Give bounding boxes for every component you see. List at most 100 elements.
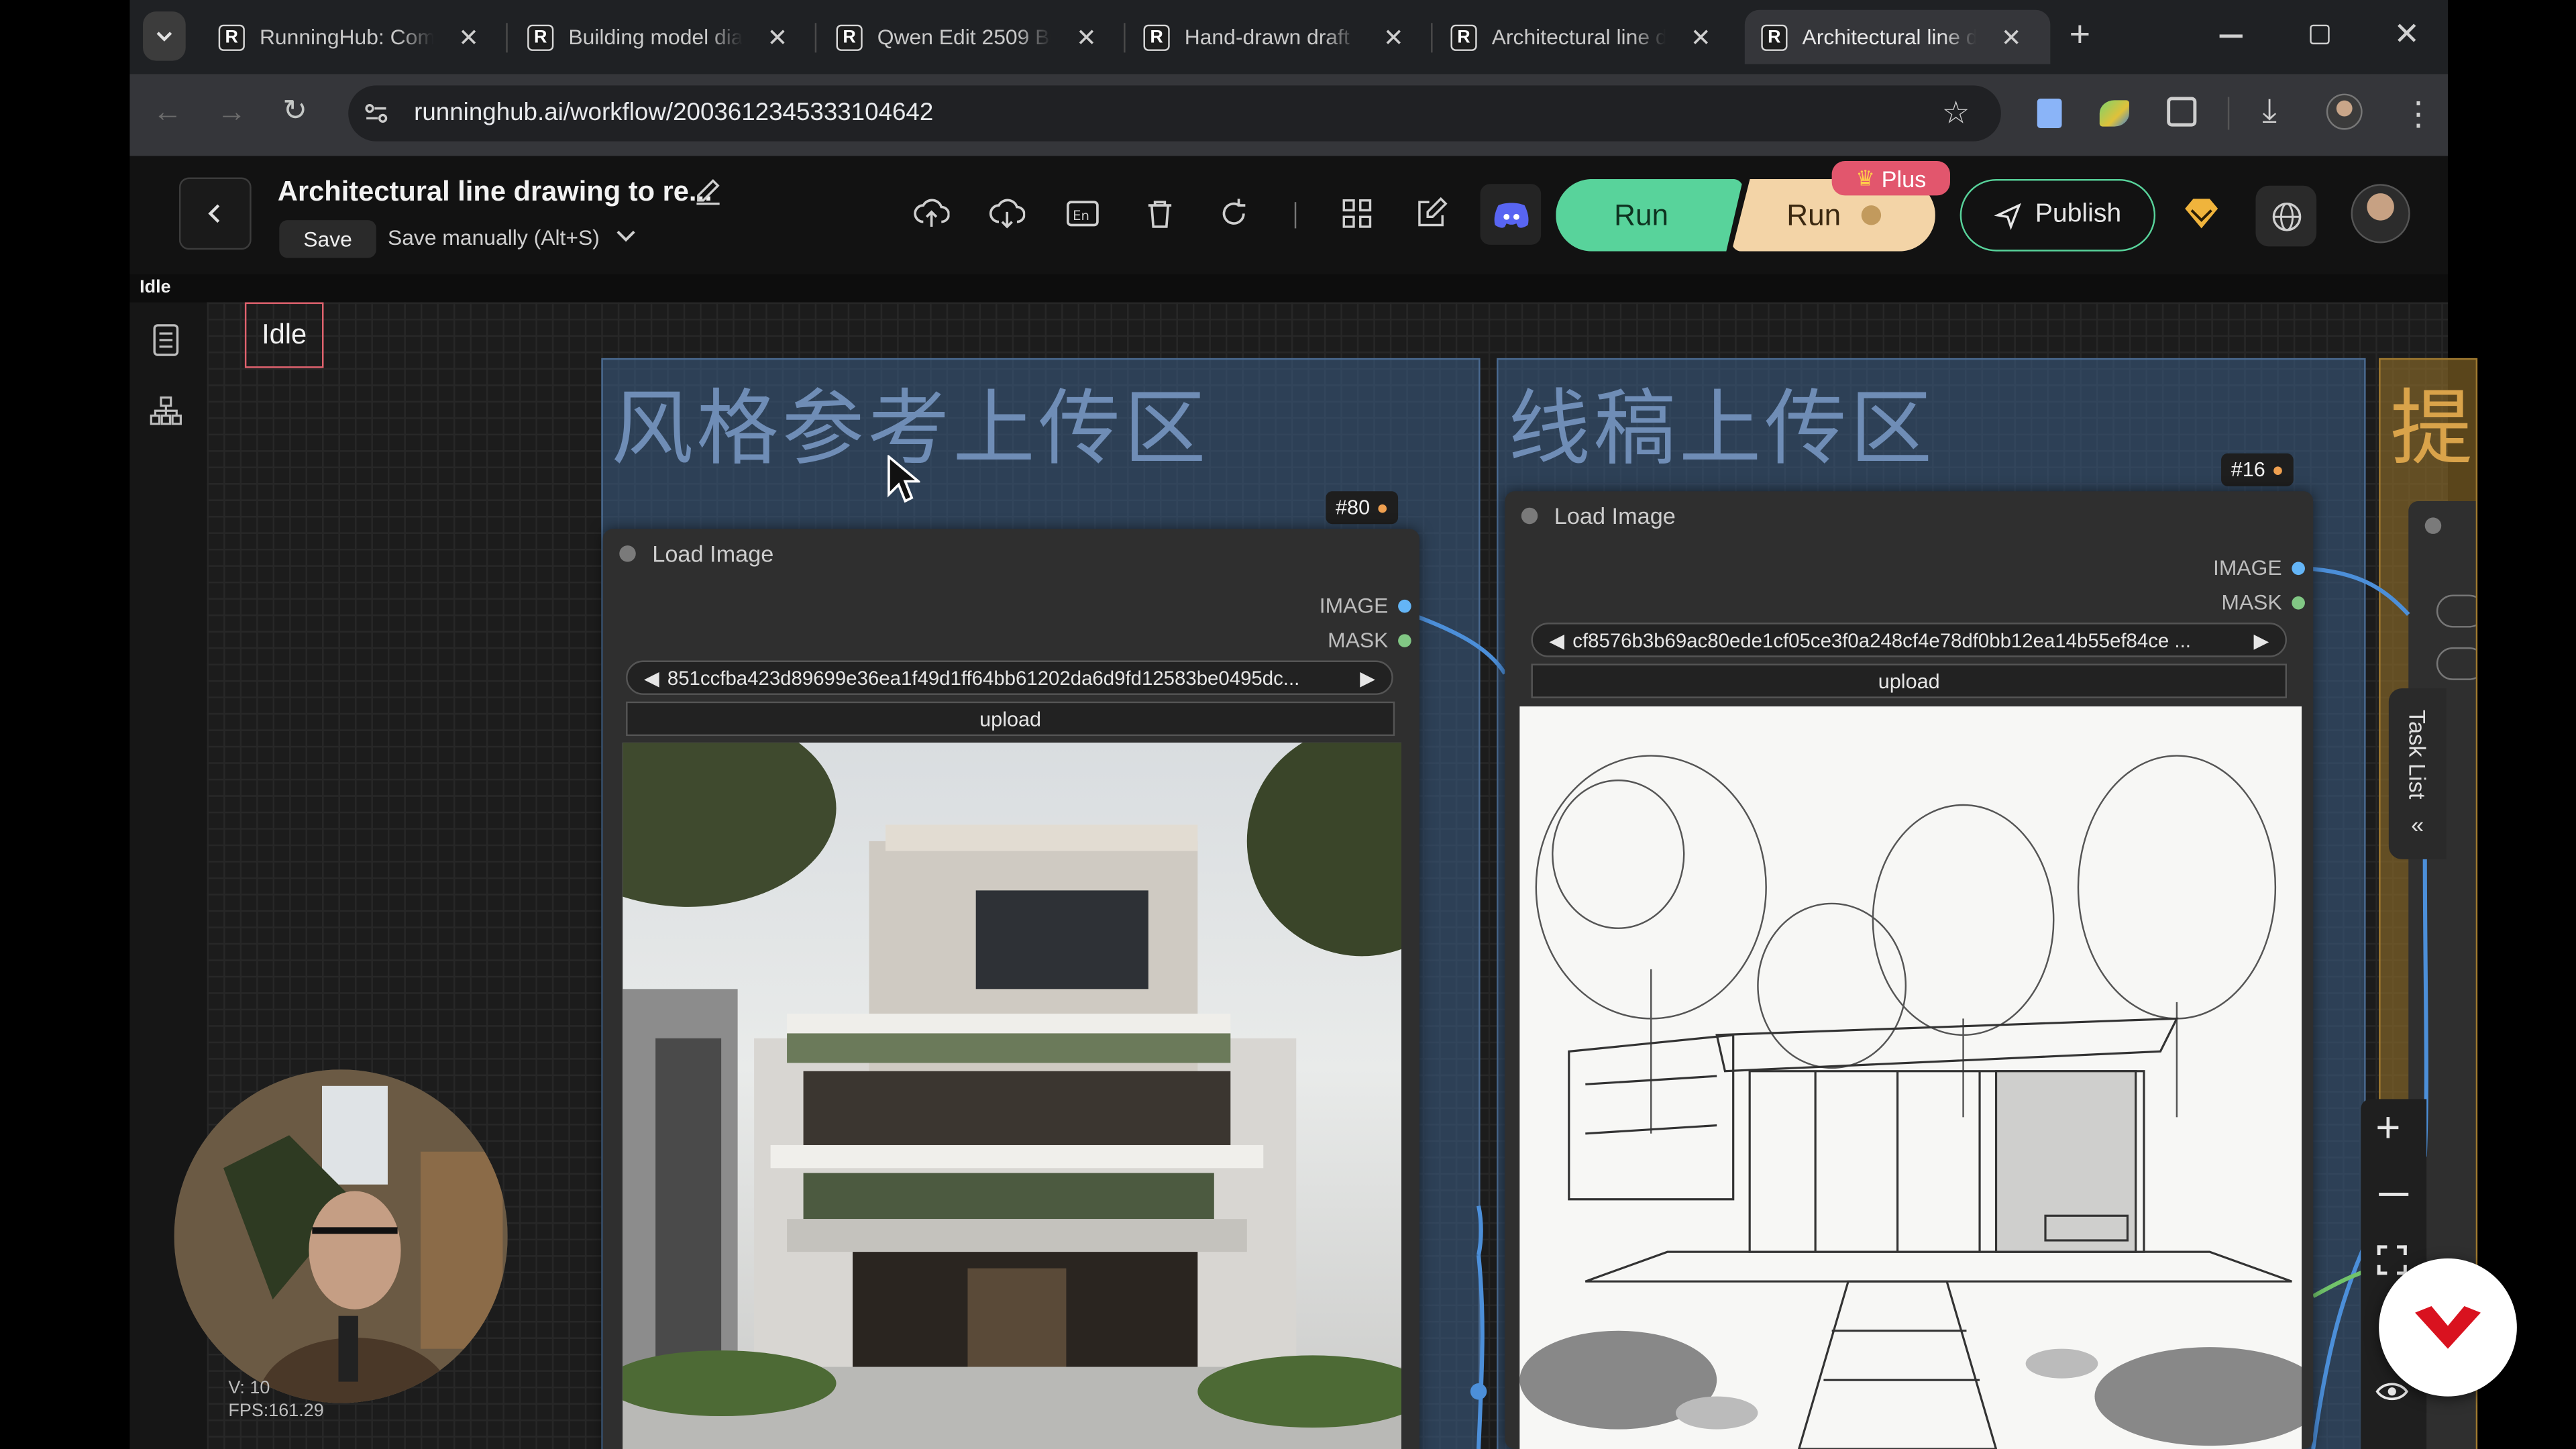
- image-file-selector[interactable]: ◀ cf8576b3b69ac80ede1cf05ce3f0a248cf4e78…: [1531, 623, 2288, 657]
- back-arrow-icon[interactable]: ←: [153, 95, 182, 129]
- node-title: Load Image: [1554, 502, 1676, 529]
- load-image-node[interactable]: Load Image IMAGE MASK ◀ cf8576b3b69ac80e…: [1505, 491, 2314, 1449]
- image-output-socket[interactable]: [2292, 561, 2305, 576]
- browser-tab[interactable]: R Building model dia ✕: [511, 10, 807, 64]
- run-button[interactable]: Run: [1556, 178, 1743, 252]
- webcam-overlay: [174, 1069, 508, 1403]
- minimize-icon[interactable]: [2219, 34, 2243, 38]
- restore-icon[interactable]: [2310, 24, 2330, 45]
- close-icon[interactable]: ✕: [1690, 22, 1711, 52]
- publish-button[interactable]: Publish: [1960, 178, 2156, 252]
- edit-pencil-icon[interactable]: [693, 177, 722, 207]
- mouse-cursor-icon: [888, 455, 920, 503]
- chevron-down-icon[interactable]: [616, 228, 635, 244]
- browser-menu-icon[interactable]: ⋮: [2402, 94, 2434, 135]
- vip-diamond-icon[interactable]: [2182, 195, 2221, 231]
- browser-tab[interactable]: R Hand-drawn draft ✕: [1127, 10, 1423, 64]
- zoom-out-icon[interactable]: [2379, 1192, 2409, 1196]
- eye-icon[interactable]: [2375, 1380, 2408, 1403]
- fit-view-icon[interactable]: [2377, 1245, 2407, 1275]
- send-icon: [1994, 202, 2021, 229]
- site-settings-icon[interactable]: [363, 100, 389, 126]
- zoom-in-icon[interactable]: +: [2375, 1102, 2400, 1153]
- arrow-left-icon[interactable]: ◀: [1549, 629, 1564, 651]
- upload-cloud-icon[interactable]: [914, 197, 950, 230]
- workflow-title: Architectural line drawing to re...: [277, 176, 712, 207]
- close-icon[interactable]: ✕: [458, 22, 479, 52]
- translate-icon[interactable]: En: [1065, 197, 1101, 230]
- url-text[interactable]: runninghub.ai/workflow/20036123453331046…: [414, 99, 933, 127]
- node-id-badge: #80 ●: [1326, 491, 1399, 525]
- user-avatar[interactable]: [2351, 184, 2410, 244]
- reload-icon[interactable]: ↻: [282, 94, 307, 128]
- node-tree-icon[interactable]: [150, 396, 182, 425]
- forward-arrow-icon[interactable]: →: [217, 95, 246, 129]
- load-image-node[interactable]: Load Image IMAGE MASK ◀ 851ccfba423d8969…: [602, 529, 1419, 1449]
- back-button[interactable]: [178, 177, 252, 250]
- line-drawing-preview: [1519, 706, 2302, 1449]
- node-header[interactable]: Load Image: [603, 529, 1419, 578]
- chevrons-left-icon: «: [2411, 812, 2424, 839]
- browser-tab-active[interactable]: R Architectural line d ✕: [1744, 9, 2051, 64]
- image-file-selector[interactable]: ◀ 851ccfba423d89699e36ea1f49d1ff64bb6120…: [626, 660, 1393, 695]
- download-cloud-icon[interactable]: [989, 197, 1026, 230]
- mask-output-socket[interactable]: [2292, 596, 2305, 610]
- filename-value: cf8576b3b69ac80ede1cf05ce3f0a248cf4e78df…: [1572, 628, 2191, 652]
- browser-tab[interactable]: R Architectural line d ✕: [1434, 10, 1730, 64]
- extension-leaf-icon[interactable]: [2099, 100, 2129, 127]
- close-icon[interactable]: ✕: [2001, 22, 2022, 52]
- output-label-mask: MASK: [1328, 627, 1389, 653]
- upload-button[interactable]: upload: [1531, 663, 2288, 698]
- output-label-image: IMAGE: [1319, 593, 1389, 618]
- tab-search-button[interactable]: [143, 11, 186, 61]
- plus-badge-label: Plus: [1881, 165, 1927, 192]
- plus-badge: ♛ Plus: [1831, 161, 1950, 196]
- floating-logo-button[interactable]: [2379, 1258, 2517, 1397]
- download-icon[interactable]: ⤓: [2262, 94, 2277, 131]
- browser-tab[interactable]: R Qwen Edit 2509 Bu ✕: [820, 10, 1116, 64]
- extensions-puzzle-icon[interactable]: [2167, 97, 2197, 127]
- node-collapse-dot[interactable]: [619, 545, 636, 562]
- discord-button[interactable]: [1480, 184, 1542, 245]
- workflow-canvas[interactable]: Idle 风格参考上传区 线稿上传区 提 #80 ● Load Image IM…: [174, 302, 2478, 1449]
- close-icon[interactable]: ✕: [767, 22, 788, 52]
- upload-button[interactable]: upload: [626, 701, 1395, 737]
- output-label-mask: MASK: [2221, 590, 2282, 614]
- tab-title: Qwen Edit 2509 Bu: [877, 24, 1052, 50]
- extension-doc-icon[interactable]: [2037, 98, 2062, 129]
- address-bar[interactable]: runninghub.ai/workflow/20036123453331046…: [348, 85, 2001, 142]
- node-collapse-dot[interactable]: [1521, 507, 1538, 525]
- arrow-right-icon[interactable]: ▶: [1360, 666, 1375, 689]
- task-list-tab[interactable]: Task List «: [2388, 688, 2447, 859]
- arrow-right-icon[interactable]: ▶: [2253, 629, 2269, 651]
- new-tab-button[interactable]: +: [2060, 15, 2100, 56]
- status-text: Idle: [140, 277, 171, 298]
- document-list-icon[interactable]: [151, 323, 180, 356]
- close-icon[interactable]: ✕: [1383, 22, 1404, 52]
- trash-icon[interactable]: [1144, 197, 1177, 230]
- save-button[interactable]: Save: [279, 220, 376, 258]
- bookmark-star-icon[interactable]: ☆: [1942, 95, 1970, 133]
- output-label-image: IMAGE: [2213, 555, 2282, 580]
- tab-title: Building model dia: [568, 24, 743, 50]
- edit-note-icon[interactable]: [1415, 197, 1448, 230]
- close-icon[interactable]: ✕: [1076, 22, 1097, 52]
- runninghub-favicon: R: [1143, 23, 1170, 50]
- mask-output-socket[interactable]: [1398, 634, 1411, 647]
- close-window-icon[interactable]: ✕: [2394, 16, 2420, 54]
- browser-tab[interactable]: R RunningHub: Com ✕: [202, 10, 498, 64]
- screen: R RunningHub: Com ✕ R Building model dia…: [0, 0, 2576, 1449]
- info-icon: [1860, 205, 1880, 225]
- globe-button[interactable]: [2255, 185, 2317, 247]
- node-header[interactable]: Load Image: [1505, 491, 2313, 540]
- refresh-icon[interactable]: [1218, 197, 1250, 230]
- tab-title: Architectural line d: [1802, 24, 1977, 50]
- arrow-left-icon[interactable]: ◀: [644, 666, 659, 689]
- save-mode-dropdown[interactable]: Save manually (Alt+S): [388, 225, 600, 250]
- profile-avatar[interactable]: [2326, 93, 2363, 130]
- filename-value: 851ccfba423d89699e36ea1f49d1ff64bb61202d…: [667, 666, 1300, 690]
- runninghub-favicon: R: [1761, 23, 1788, 50]
- brand-logo-icon: [2415, 1305, 2481, 1349]
- image-output-socket[interactable]: [1398, 599, 1411, 613]
- grid-apps-icon[interactable]: [1342, 199, 1372, 228]
